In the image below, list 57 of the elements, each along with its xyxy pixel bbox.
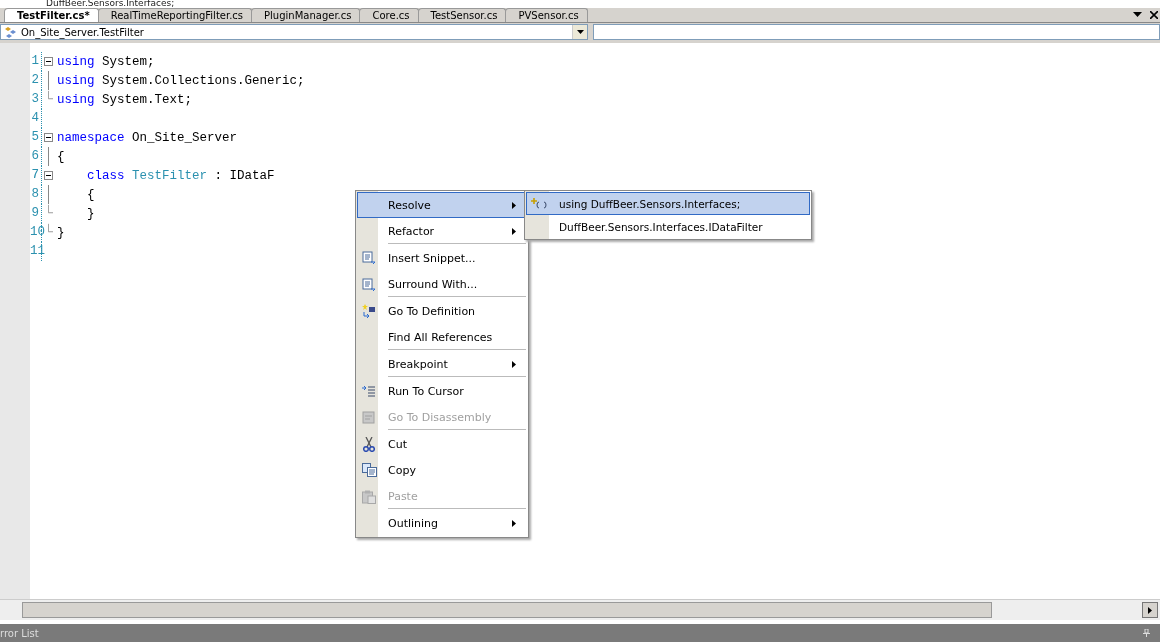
line-number: 5 (30, 128, 42, 147)
code-line: { (86, 187, 95, 202)
line-number: 7 (30, 166, 42, 185)
copy-icon (361, 463, 377, 477)
document-tab[interactable]: TestSensor.cs (417, 8, 507, 22)
code-line: using System.Collections.Generic; (57, 73, 305, 88)
code-line: namespace On_Site_Server (57, 130, 238, 145)
outline-end (48, 90, 53, 100)
submenu-arrow-icon (512, 201, 516, 209)
menu-item[interactable]: Cut (357, 431, 527, 457)
code-line: } (57, 225, 65, 240)
document-tab[interactable]: TestFilter.cs* (4, 8, 99, 22)
menu-item[interactable]: Copy (357, 457, 527, 483)
document-tab[interactable]: PVSensor.cs (505, 8, 588, 22)
type-dropdown[interactable]: On_Site_Server.TestFilter (0, 24, 588, 40)
line-number: 6 (30, 147, 42, 166)
menu-item[interactable]: DuffBeer.Sensors.Interfaces.IDataFilter (526, 215, 810, 238)
document-tab[interactable]: PluginManager.cs (251, 8, 361, 22)
submenu-arrow-icon (512, 228, 516, 235)
namespace-icon (531, 197, 547, 210)
member-dropdown[interactable] (593, 24, 1160, 40)
dropdown-icon[interactable] (1133, 12, 1142, 18)
run-to-cursor-icon (362, 385, 376, 397)
close-icon[interactable] (1150, 11, 1158, 19)
horizontal-scrollbar[interactable] (0, 599, 1160, 620)
clipboard-icon (362, 489, 376, 504)
code-line: { (57, 149, 65, 164)
submenu-arrow-icon (512, 361, 516, 368)
menu-item[interactable]: Insert Snippet... (357, 245, 527, 271)
line-number: 9 (30, 204, 42, 223)
line-number: 2 (30, 71, 42, 90)
collapse-icon[interactable] (44, 171, 53, 180)
line-number: 3 (30, 90, 42, 109)
line-number: 1 (30, 52, 42, 71)
scissors-icon (363, 436, 375, 452)
disassembly-icon (362, 410, 376, 425)
scroll-right-icon[interactable] (1142, 602, 1158, 618)
menu-item[interactable]: Go To Definition (357, 298, 527, 324)
collapse-icon[interactable] (44, 133, 53, 142)
document-tab[interactable]: RealTimeReportingFilter.cs (97, 8, 253, 22)
code-line: using System; (57, 54, 155, 69)
code-line: class TestFilter : IDataF (86, 168, 275, 183)
menu-item[interactable]: Resolve (357, 192, 527, 218)
menu-item[interactable]: Run To Cursor (357, 378, 527, 404)
line-number: 4 (30, 109, 42, 128)
code-line: using System.Text; (57, 92, 193, 107)
document-tab[interactable]: Core.cs (359, 8, 419, 22)
definition-icon (362, 304, 376, 318)
submenu-arrow-icon (512, 519, 516, 527)
code-line: } (86, 206, 95, 221)
heading-text: DuffBeer.Sensors.Interfaces; (46, 0, 175, 8)
collapse-icon[interactable] (44, 57, 53, 66)
menu-item[interactable]: using DuffBeer.Sensors.Interfaces; (526, 192, 810, 215)
menu-item[interactable]: Outlining (357, 510, 527, 536)
line-number: 8 (30, 185, 42, 204)
panel-title: rror List (0, 627, 39, 639)
pin-icon[interactable] (1143, 629, 1150, 637)
